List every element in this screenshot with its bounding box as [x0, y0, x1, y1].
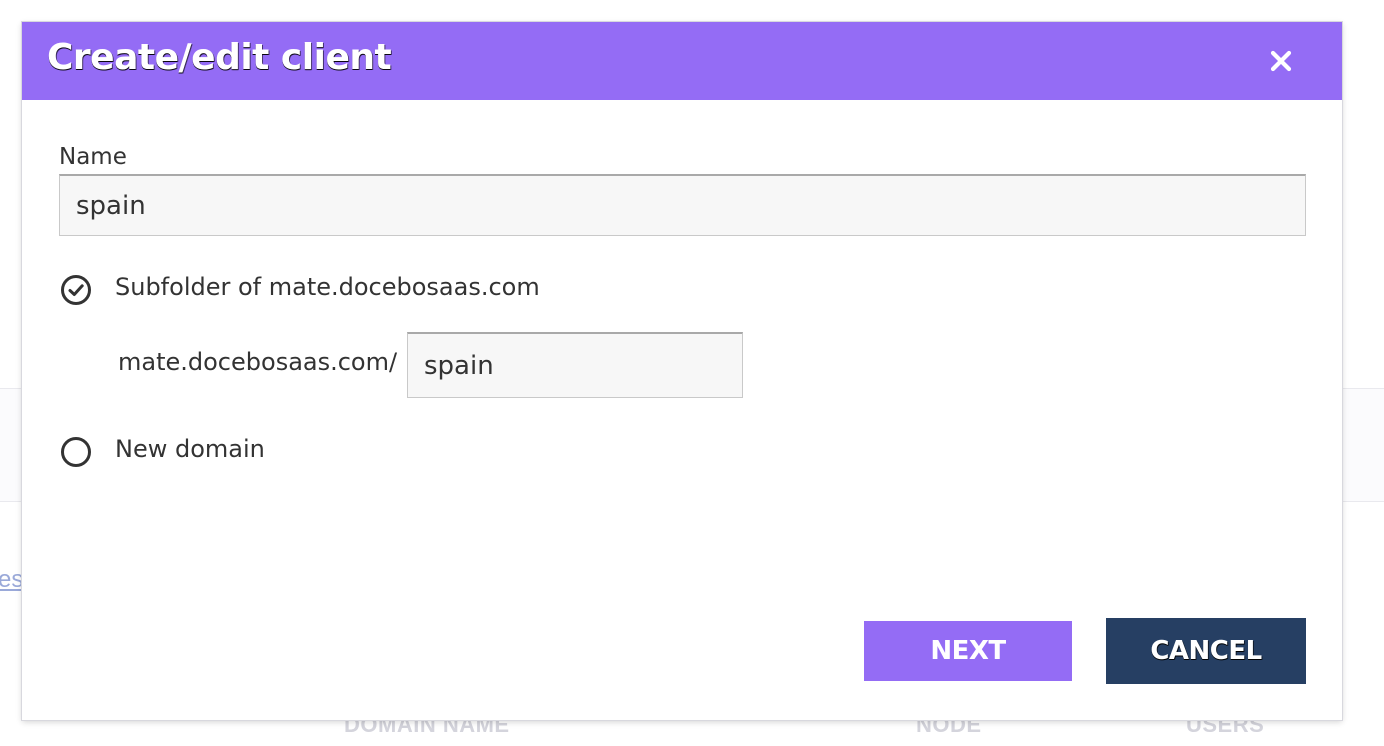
- create-edit-client-dialog: Create/edit client Name Subfolder of mat…: [22, 22, 1342, 720]
- page: es DOMAIN NAME NODE USERS Create/edit cl…: [0, 0, 1384, 746]
- name-label: Name: [59, 144, 127, 170]
- radio-checked-icon: [61, 275, 91, 305]
- cancel-button[interactable]: CANCEL: [1106, 618, 1306, 684]
- subfolder-radio[interactable]: [60, 274, 92, 306]
- radio-unchecked-icon: [61, 437, 91, 467]
- dialog-header: Create/edit client: [22, 22, 1342, 100]
- close-button[interactable]: [1268, 48, 1294, 74]
- subfolder-input[interactable]: [407, 332, 743, 398]
- close-icon: [1270, 50, 1292, 72]
- dialog-title: Create/edit client: [47, 37, 392, 78]
- subfolder-option-label[interactable]: Subfolder of mate.docebosaas.com: [115, 273, 540, 301]
- subfolder-url-prefix: mate.docebosaas.com/: [118, 348, 398, 376]
- next-button[interactable]: NEXT: [864, 621, 1072, 681]
- background-link[interactable]: es: [0, 566, 23, 594]
- name-input[interactable]: [59, 174, 1306, 236]
- new-domain-radio[interactable]: [60, 436, 92, 468]
- new-domain-option-label[interactable]: New domain: [115, 435, 265, 463]
